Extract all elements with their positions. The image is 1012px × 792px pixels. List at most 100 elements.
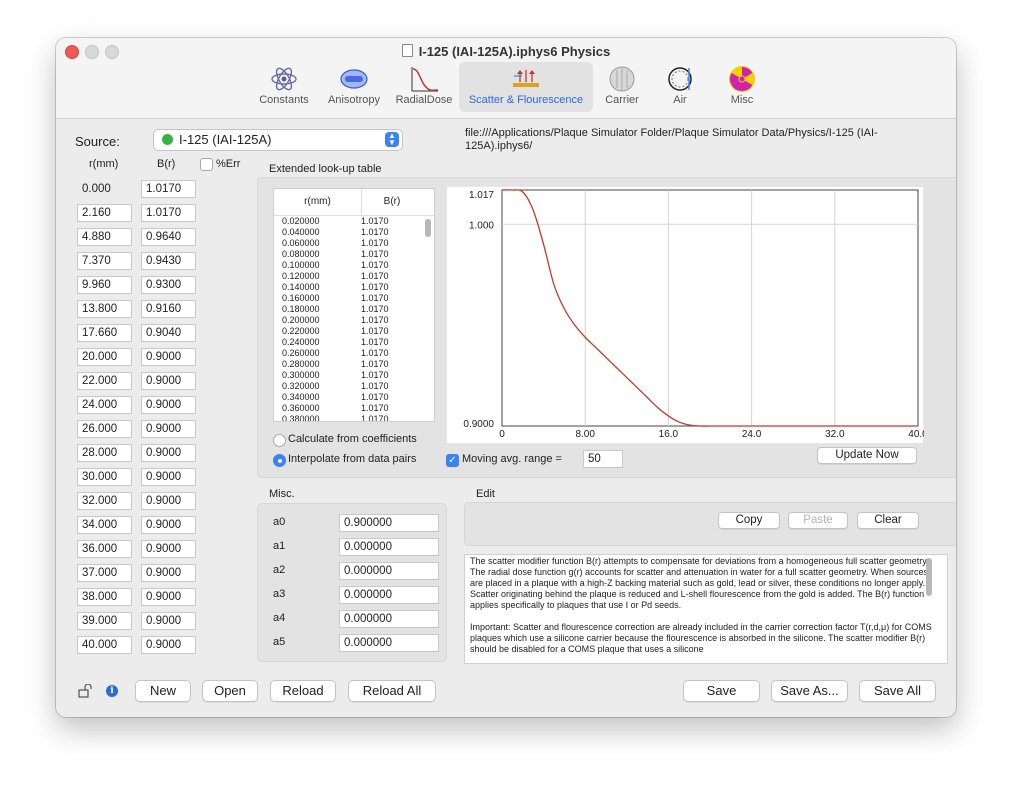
pair-r-input[interactable]: 22.000: [77, 372, 132, 390]
pair-r-input[interactable]: 2.160: [77, 204, 132, 222]
save-button[interactable]: Save: [683, 680, 760, 702]
table-cell-b: 1.0170: [361, 414, 389, 422]
table-row[interactable]: 0.380000 1.0170: [282, 414, 434, 422]
pair-r-input[interactable]: 13.800: [77, 300, 132, 318]
table-row[interactable]: 0.200000 1.0170: [282, 315, 434, 326]
pair-b-input[interactable]: 1.0170: [141, 180, 196, 198]
coefficient-label: a5: [273, 636, 286, 648]
table-row[interactable]: 0.120000 1.0170: [282, 271, 434, 282]
reload-button[interactable]: Reload: [270, 680, 336, 702]
pair-r-input[interactable]: 34.000: [77, 516, 132, 534]
pair-r-input[interactable]: 38.000: [77, 588, 132, 606]
pair-r-input[interactable]: 24.000: [77, 396, 132, 414]
reload-all-button[interactable]: Reload All: [348, 680, 436, 702]
pair-r-input[interactable]: 7.370: [77, 252, 132, 270]
table-row[interactable]: 0.300000 1.0170: [282, 370, 434, 381]
table-row[interactable]: 0.080000 1.0170: [282, 249, 434, 260]
pair-r-input[interactable]: 39.000: [77, 612, 132, 630]
moving-avg-checkbox[interactable]: ✓: [446, 454, 459, 467]
pair-b-input[interactable]: 0.9040: [141, 324, 196, 342]
pair-r-input[interactable]: 0.000: [77, 180, 132, 198]
table-cell-b: 1.0170: [361, 304, 389, 314]
tab-air[interactable]: Air: [651, 62, 709, 112]
copy-button[interactable]: Copy: [718, 512, 780, 529]
pair-b-input[interactable]: 0.9000: [141, 420, 196, 438]
tab-anisotropy[interactable]: Anisotropy: [319, 62, 389, 112]
pair-b-input[interactable]: 0.9000: [141, 444, 196, 462]
tab-constants[interactable]: Constants: [249, 62, 319, 112]
moving-avg-input[interactable]: 50: [583, 450, 623, 468]
x-tick-label: 16.0: [659, 429, 679, 440]
coefficient-input[interactable]: 0.000000: [339, 562, 439, 580]
pair-r-input[interactable]: 17.660: [77, 324, 132, 342]
coefficient-input[interactable]: 0.000000: [339, 586, 439, 604]
table-row[interactable]: 0.160000 1.0170: [282, 293, 434, 304]
table-row[interactable]: 0.240000 1.0170: [282, 337, 434, 348]
pair-b-input[interactable]: 0.9000: [141, 396, 196, 414]
pair-b-input[interactable]: 0.9000: [141, 492, 196, 510]
table-row[interactable]: 0.060000 1.0170: [282, 238, 434, 249]
pair-b-input[interactable]: 0.9000: [141, 588, 196, 606]
table-row[interactable]: 0.180000 1.0170: [282, 304, 434, 315]
coefficient-input[interactable]: 0.000000: [339, 610, 439, 628]
open-button[interactable]: Open: [202, 680, 258, 702]
pair-b-input[interactable]: 0.9000: [141, 348, 196, 366]
tab-carrier[interactable]: Carrier: [593, 62, 651, 112]
lock-icon[interactable]: [78, 683, 94, 701]
percent-err-checkbox[interactable]: [200, 158, 213, 171]
tab-scatter-flourescence[interactable]: Scatter & Flourescence: [459, 62, 593, 112]
pair-b-input[interactable]: 1.0170: [141, 204, 196, 222]
table-row[interactable]: 0.360000 1.0170: [282, 403, 434, 414]
pair-r-input[interactable]: 9.960: [77, 276, 132, 294]
table-row[interactable]: 0.280000 1.0170: [282, 359, 434, 370]
lookup-table[interactable]: r(mm) B(r) 0.020000 1.0170 0.040000 1.0170 0…: [273, 188, 435, 422]
coefficient-input[interactable]: 0.900000: [339, 514, 439, 532]
pair-r-input[interactable]: 4.880: [77, 228, 132, 246]
new-button[interactable]: New: [135, 680, 191, 702]
pair-r-input[interactable]: 26.000: [77, 420, 132, 438]
save-as-button[interactable]: Save As...: [771, 680, 848, 702]
info-icon[interactable]: i: [106, 685, 118, 697]
pair-r-input[interactable]: 37.000: [77, 564, 132, 582]
pair-r-input[interactable]: 20.000: [77, 348, 132, 366]
pair-r-input[interactable]: 36.000: [77, 540, 132, 558]
paste-button[interactable]: Paste: [788, 512, 848, 529]
pair-b-input[interactable]: 0.9000: [141, 612, 196, 630]
table-row[interactable]: 0.100000 1.0170: [282, 260, 434, 271]
pair-b-input[interactable]: 0.9000: [141, 540, 196, 558]
table-row[interactable]: 0.260000 1.0170: [282, 348, 434, 359]
save-all-button[interactable]: Save All: [859, 680, 936, 702]
pair-b-input[interactable]: 0.9000: [141, 636, 196, 654]
pair-b-input[interactable]: 0.9000: [141, 468, 196, 486]
coefficient-input[interactable]: 0.000000: [339, 538, 439, 556]
table-row[interactable]: 0.140000 1.0170: [282, 282, 434, 293]
table-cell-b: 1.0170: [361, 260, 389, 270]
pair-b-input[interactable]: 0.9300: [141, 276, 196, 294]
pair-r-input[interactable]: 32.000: [77, 492, 132, 510]
pair-b-input[interactable]: 0.9640: [141, 228, 196, 246]
pair-b-input[interactable]: 0.9000: [141, 564, 196, 582]
tab-radial-dose[interactable]: RadialDose: [389, 62, 459, 112]
interpolate-radio[interactable]: [273, 454, 286, 467]
pair-b-input[interactable]: 0.9430: [141, 252, 196, 270]
source-popup[interactable]: I-125 (IAI-125A) ▲ ▼: [153, 129, 403, 151]
update-now-button[interactable]: Update Now: [817, 447, 917, 464]
clear-button[interactable]: Clear: [857, 512, 919, 529]
pair-b-input[interactable]: 0.9000: [141, 372, 196, 390]
tab-misc[interactable]: Misc: [709, 62, 775, 112]
table-row[interactable]: 0.040000 1.0170: [282, 227, 434, 238]
lookup-scrollbar[interactable]: [425, 219, 431, 237]
pair-b-input[interactable]: 0.9000: [141, 516, 196, 534]
table-row[interactable]: 0.220000 1.0170: [282, 326, 434, 337]
pair-r-input[interactable]: 40.000: [77, 636, 132, 654]
pair-b-input[interactable]: 0.9160: [141, 300, 196, 318]
table-row[interactable]: 0.320000 1.0170: [282, 381, 434, 392]
calc-from-coefficients-radio[interactable]: [273, 434, 286, 447]
table-row[interactable]: 0.340000 1.0170: [282, 392, 434, 403]
table-row[interactable]: 0.020000 1.0170: [282, 216, 434, 227]
coefficient-input[interactable]: 0.000000: [339, 634, 439, 652]
pair-r-input[interactable]: 30.000: [77, 468, 132, 486]
description-scrollbar[interactable]: [926, 558, 932, 596]
pair-r-input[interactable]: 28.000: [77, 444, 132, 462]
table-cell-b: 1.0170: [361, 249, 389, 259]
